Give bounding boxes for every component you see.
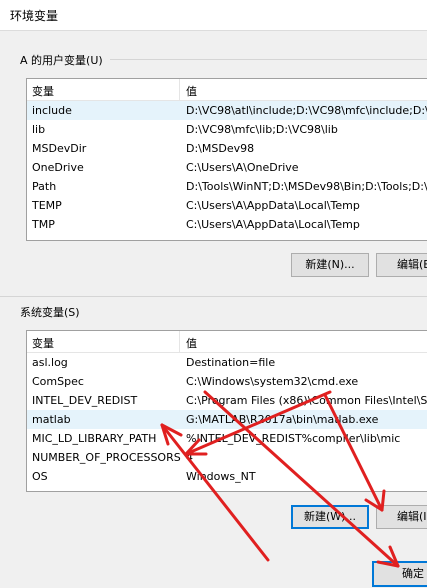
variable-name: NUMBER_OF_PROCESSORS [32,451,181,464]
table-row[interactable]: TEMP C:\Users\A\AppData\Local\Temp [27,196,427,215]
table-row[interactable]: MSDevDir D:\MSDev98 [27,139,427,158]
user-header-variable[interactable]: 变量 [32,83,54,99]
user-table-header: 变量 值 [27,79,427,101]
variable-name: MSDevDir [32,142,87,155]
table-row[interactable]: asl.log Destination=file [27,353,427,372]
user-new-button[interactable]: 新建(N)... [291,253,369,277]
table-row[interactable]: NUMBER_OF_PROCESSORS 4 [27,448,427,467]
system-variables-label: 系统变量(S) [20,306,80,319]
variable-value: C:\Program Files (x86)\Common Files\Inte… [186,394,427,407]
table-row[interactable]: MIC_LD_LIBRARY_PATH %INTEL_DEV_REDIST%co… [27,429,427,448]
variable-value: %INTEL_DEV_REDIST%compiler\lib\mic [186,432,401,445]
variable-value: D:\VC98\mfc\lib;D:\VC98\lib [186,123,338,136]
ok-button[interactable]: 确定 [372,561,427,587]
table-row[interactable]: OneDrive C:\Users\A\OneDrive [27,158,427,177]
table-row[interactable]: ComSpec C:\Windows\system32\cmd.exe [27,372,427,391]
table-row[interactable]: TMP C:\Users\A\AppData\Local\Temp [27,215,427,234]
table-row[interactable]: Path D:\Tools\WinNT;D:\MSDev98\Bin;D:\To… [27,177,427,196]
variable-name: Path [32,180,57,193]
variable-value: D:\VC98\atl\include;D:\VC98\mfc\include;… [186,104,427,117]
variable-value: C:\Users\A\AppData\Local\Temp [186,199,360,212]
system-header-value[interactable]: 值 [186,335,197,351]
variable-value: G:\MATLAB\R2017a\bin\matlab.exe [186,413,379,426]
variable-name: TMP [32,218,55,231]
system-group-line [0,296,427,297]
title-bar: 环境变量 [0,0,427,31]
variable-name: OneDrive [32,161,84,174]
system-table-header: 变量 值 [27,331,427,353]
user-variables-table[interactable]: 变量 值 include D:\VC98\atl\include;D:\VC98… [26,78,427,241]
variable-name: TEMP [32,199,62,212]
variable-name: MIC_LD_LIBRARY_PATH [32,432,157,445]
variable-value: C:\Windows\system32\cmd.exe [186,375,359,388]
user-header-divider[interactable] [179,79,180,100]
variable-value: Windows_NT [186,470,256,483]
variable-name: matlab [32,413,71,426]
variable-value: 4 [186,451,193,464]
system-header-divider[interactable] [179,331,180,352]
system-header-variable[interactable]: 变量 [32,335,54,351]
table-row[interactable]: INTEL_DEV_REDIST C:\Program Files (x86)\… [27,391,427,410]
variable-name: include [32,104,72,117]
variable-value: D:\MSDev98 [186,142,255,155]
system-new-button[interactable]: 新建(W)... [291,505,369,529]
variable-name: OS [32,470,48,483]
variable-name: INTEL_DEV_REDIST [32,394,138,407]
table-row[interactable]: lib D:\VC98\mfc\lib;D:\VC98\lib [27,120,427,139]
variable-name: lib [32,123,46,136]
window-title: 环境变量 [10,9,59,23]
user-variables-label: A 的用户变量(U) [20,54,103,67]
table-row[interactable]: OS Windows_NT [27,467,427,486]
user-edit-button[interactable]: 编辑(E [376,253,427,277]
variable-value: Destination=file [186,356,276,369]
variable-value: C:\Users\A\AppData\Local\Temp [186,218,360,231]
system-variables-table[interactable]: 变量 值 asl.log Destination=file ComSpec C:… [26,330,427,492]
variable-name: asl.log [32,356,68,369]
variable-value: C:\Users\A\OneDrive [186,161,299,174]
variable-name: ComSpec [32,375,84,388]
variable-value: D:\Tools\WinNT;D:\MSDev98\Bin;D:\Tools;D… [186,180,427,193]
table-row[interactable]: include D:\VC98\atl\include;D:\VC98\mfc\… [27,101,427,120]
table-row[interactable]: matlab G:\MATLAB\R2017a\bin\matlab.exe [27,410,427,429]
system-edit-button[interactable]: 编辑(I [376,505,427,529]
user-header-value[interactable]: 值 [186,83,197,99]
user-group-line [110,59,427,60]
